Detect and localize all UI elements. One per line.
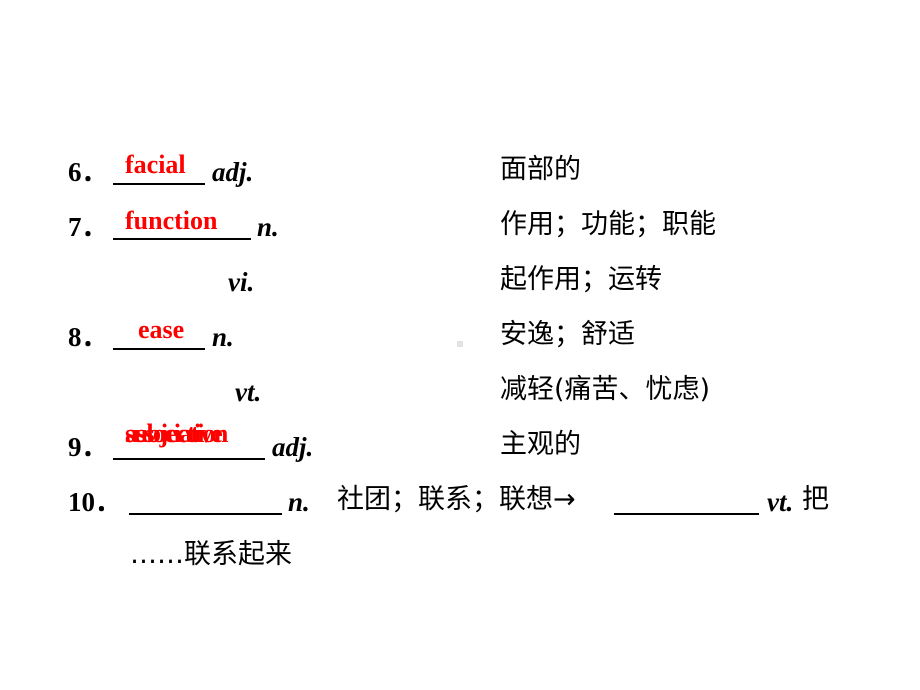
decorative-dot <box>457 341 463 347</box>
item-8-meaning2: 减轻(痛苦、忧虑) <box>500 374 711 405</box>
item-6-number: 6． <box>68 157 109 187</box>
item-8-pos2: vt. <box>235 377 262 407</box>
item-7-blank[interactable] <box>113 238 251 240</box>
item-8-number: 8． <box>68 322 109 352</box>
item-6-blank[interactable] <box>113 183 205 185</box>
item-6-pos: adj. <box>212 157 254 187</box>
item-9-meaning: 主观的 <box>500 429 581 460</box>
item-10-blank-noun[interactable] <box>129 513 282 515</box>
item-10-number: 10． <box>68 487 122 517</box>
item-9-answer-association: association <box>125 419 228 448</box>
item-10-blank-verb[interactable] <box>614 513 759 515</box>
item-7-answer: function <box>125 206 218 235</box>
item-8-meaning: 安逸；舒适 <box>500 319 635 350</box>
item-10-pos-verb: vt. <box>767 487 794 517</box>
item-9-pos: adj. <box>272 432 314 462</box>
item-7-pos2: vi. <box>228 267 255 297</box>
item-9-number: 9． <box>68 432 109 462</box>
item-6-answer: facial <box>125 150 186 179</box>
item-7-meaning: 作用；功能；职能 <box>500 209 716 240</box>
item-7-pos: n. <box>257 212 279 242</box>
item-10-pos: n. <box>288 487 310 517</box>
item-7-number: 7． <box>68 212 109 242</box>
item-10-meaning: 社团；联系；联想→ <box>337 484 576 515</box>
item-8-pos: n. <box>212 322 234 352</box>
item-6-meaning: 面部的 <box>500 154 581 185</box>
item-8-blank[interactable] <box>113 348 205 350</box>
item-8-answer: ease <box>138 315 185 344</box>
item-10-continuation: ……联系起来 <box>130 539 292 570</box>
item-9-blank[interactable] <box>113 458 265 460</box>
item-7-meaning2: 起作用；运转 <box>500 264 662 295</box>
item-10-meaning-verb: 把 <box>802 484 829 515</box>
